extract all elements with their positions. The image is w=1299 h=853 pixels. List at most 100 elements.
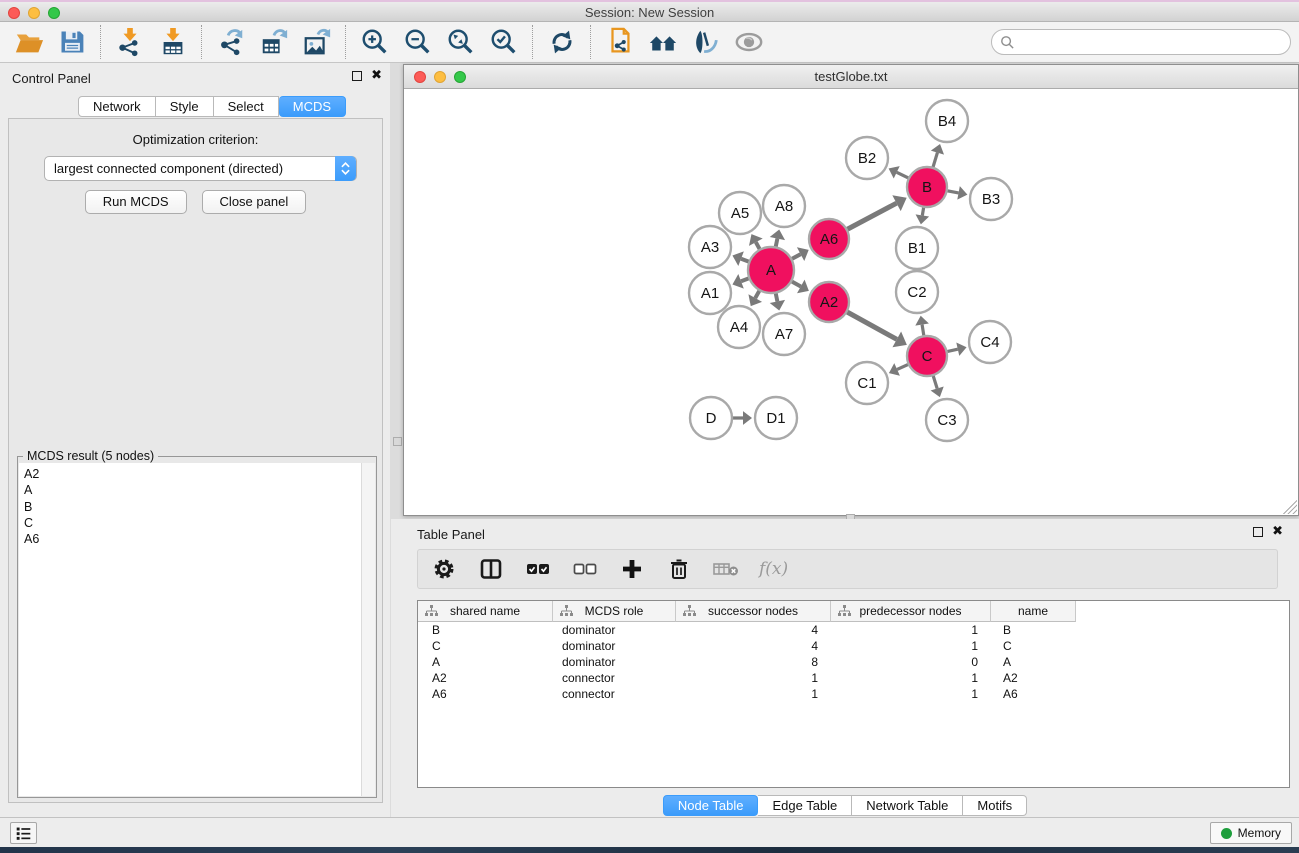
control-panel-title: Control Panel	[12, 71, 91, 86]
column-header-name[interactable]: name	[991, 601, 1076, 622]
home-icon[interactable]	[647, 27, 678, 58]
table-row[interactable]: A6connector11A6	[418, 686, 1289, 702]
tab-style[interactable]: Style	[156, 96, 214, 117]
result-list-item[interactable]: A	[24, 482, 361, 498]
table-cell: C	[991, 638, 1076, 654]
network-window-titlebar[interactable]: testGlobe.txt	[404, 65, 1298, 89]
tab-network-table[interactable]: Network Table	[852, 795, 963, 816]
import-network-icon[interactable]	[114, 27, 145, 58]
search-box[interactable]	[991, 29, 1291, 55]
network-node-D1[interactable]: D1	[755, 397, 797, 439]
result-scrollbar[interactable]	[361, 463, 375, 796]
network-node-B[interactable]: B	[907, 167, 947, 207]
svg-text:B2: B2	[858, 150, 876, 167]
tab-network[interactable]: Network	[78, 96, 156, 117]
network-node-C3[interactable]: C3	[926, 399, 968, 441]
tab-node-table[interactable]: Node Table	[663, 795, 759, 816]
network-node-A7[interactable]: A7	[763, 313, 805, 355]
control-panel: Control Panel ✖ NetworkStyleSelectMCDS O…	[0, 63, 390, 817]
delete-column-icon[interactable]	[665, 555, 693, 583]
table-row[interactable]: Adominator80A	[418, 654, 1289, 670]
vizmapper-icon[interactable]	[690, 27, 721, 58]
refresh-layout-icon[interactable]	[546, 27, 577, 58]
run-mcds-button[interactable]: Run MCDS	[85, 190, 187, 214]
network-node-B4[interactable]: B4	[926, 100, 968, 142]
add-column-icon[interactable]	[618, 555, 646, 583]
zoom-selected-icon[interactable]	[488, 27, 519, 58]
table-close-panel-icon[interactable]: ✖	[1272, 527, 1283, 537]
svg-text:A8: A8	[775, 198, 793, 215]
network-node-A2[interactable]: A2	[809, 282, 849, 322]
task-list-icon	[15, 825, 32, 842]
column-header-MCDS-role[interactable]: MCDS role	[553, 601, 676, 622]
result-list-item[interactable]: C	[24, 515, 361, 531]
export-table-icon[interactable]	[258, 27, 289, 58]
table-row[interactable]: Bdominator41B	[418, 622, 1289, 638]
mcds-tab-content: Optimization criterion: largest connecte…	[8, 118, 383, 803]
memory-button[interactable]: Memory	[1210, 822, 1292, 844]
table-cell: A6	[991, 686, 1076, 702]
network-node-A6[interactable]: A6	[809, 219, 849, 259]
table-float-panel-icon[interactable]	[1253, 527, 1263, 537]
table-row[interactable]: A2connector11A2	[418, 670, 1289, 686]
close-panel-button[interactable]: Close panel	[202, 190, 307, 214]
save-session-icon[interactable]	[56, 27, 87, 58]
network-node-C2[interactable]: C2	[896, 271, 938, 313]
zoom-fit-icon[interactable]	[445, 27, 476, 58]
table-cell: C	[418, 638, 553, 654]
task-history-button[interactable]	[10, 822, 37, 844]
tab-motifs[interactable]: Motifs	[963, 795, 1027, 816]
table-cell: connector	[553, 670, 676, 686]
deselect-all-icon[interactable]	[571, 555, 599, 583]
close-panel-icon[interactable]: ✖	[371, 71, 382, 81]
result-list-item[interactable]: A2	[24, 466, 361, 482]
column-header-predecessor-nodes[interactable]: predecessor nodes	[831, 601, 991, 622]
export-network-icon[interactable]	[215, 27, 246, 58]
column-header-shared-name[interactable]: shared name	[418, 601, 553, 622]
network-canvas[interactable]: B4 B2 B B3 A5 A8 A6 A3 B1 A A1 C2 A2 A4A7 C C4 C1 C3 D D1	[404, 89, 1298, 515]
result-list-item[interactable]: B	[24, 499, 361, 515]
network-node-C1[interactable]: C1	[846, 362, 888, 404]
zoom-in-icon[interactable]	[359, 27, 390, 58]
vertical-splitter-grip[interactable]	[393, 437, 402, 446]
export-image-icon[interactable]	[301, 27, 332, 58]
svg-text:A5: A5	[731, 205, 749, 222]
table-row[interactable]: Cdominator41C	[418, 638, 1289, 654]
tab-select[interactable]: Select	[214, 96, 279, 117]
float-panel-icon[interactable]	[352, 71, 362, 81]
window-resize-grip[interactable]	[1283, 500, 1297, 514]
network-node-C[interactable]: C	[907, 336, 947, 376]
network-node-A3[interactable]: A3	[689, 226, 731, 268]
table-cell: dominator	[553, 622, 676, 638]
table-cell: dominator	[553, 638, 676, 654]
network-node-A4[interactable]: A4	[718, 306, 760, 348]
table-cell: 1	[831, 670, 991, 686]
svg-text:B4: B4	[938, 113, 956, 130]
table-cell: 1	[676, 686, 831, 702]
import-table-icon[interactable]	[157, 27, 188, 58]
network-node-B1[interactable]: B1	[896, 227, 938, 269]
network-from-selection-icon[interactable]	[604, 27, 635, 58]
column-header-successor-nodes[interactable]: successor nodes	[676, 601, 831, 622]
network-node-B2[interactable]: B2	[846, 137, 888, 179]
status-bar: Memory	[0, 817, 1299, 847]
hide-panel-icon[interactable]	[733, 27, 764, 58]
zoom-out-icon[interactable]	[402, 27, 433, 58]
tab-mcds[interactable]: MCDS	[279, 96, 346, 117]
open-session-icon[interactable]	[13, 27, 44, 58]
network-node-C4[interactable]: C4	[969, 321, 1011, 363]
column-visibility-icon[interactable]	[477, 555, 505, 583]
network-node-A[interactable]: A	[748, 247, 794, 293]
search-input[interactable]	[1015, 32, 1290, 52]
network-node-A1[interactable]: A1	[689, 272, 731, 314]
result-list-item[interactable]: A6	[24, 531, 361, 547]
network-node-A8[interactable]: A8	[763, 185, 805, 227]
criterion-dropdown[interactable]: largest connected component (directed)	[44, 156, 357, 181]
mcds-result-list[interactable]: A2ABCA6	[19, 463, 361, 796]
tab-edge-table[interactable]: Edge Table	[758, 795, 852, 816]
network-node-A5[interactable]: A5	[719, 192, 761, 234]
select-all-icon[interactable]	[524, 555, 552, 583]
network-node-D[interactable]: D	[690, 397, 732, 439]
network-node-B3[interactable]: B3	[970, 178, 1012, 220]
settings-gear-icon[interactable]	[430, 555, 458, 583]
